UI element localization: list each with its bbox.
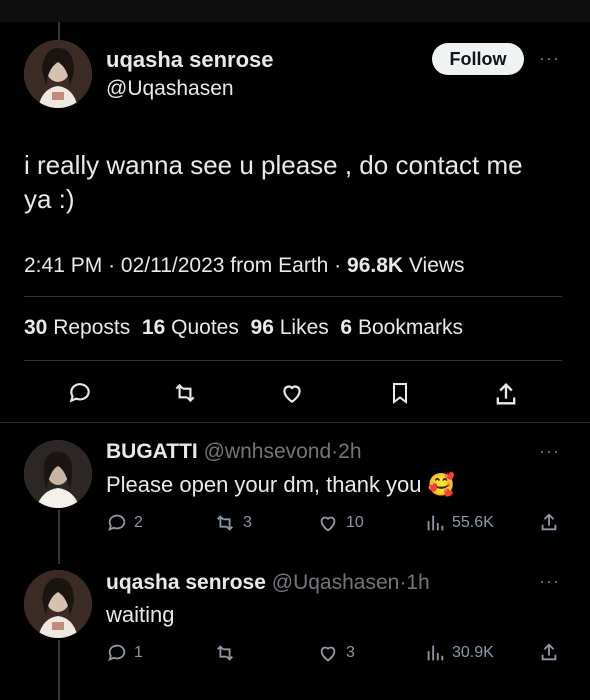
reposts-count: 30 — [24, 316, 48, 339]
divider-2 — [24, 360, 562, 361]
reply-1-text: Please open your dm, thank you 🥰 — [106, 472, 456, 497]
repost-icon[interactable] — [171, 380, 199, 406]
reply-thread-line-1 — [58, 510, 60, 564]
views-icon — [427, 645, 444, 661]
bookmarks-count: 6 — [340, 316, 353, 339]
reply-2-repost-button[interactable] — [213, 642, 243, 664]
thread-line-top — [58, 22, 60, 40]
bookmarks-stat[interactable]: 6 Bookmarks — [340, 316, 463, 339]
reply-2-view-count: 30.9K — [452, 644, 494, 661]
reply-1-handle[interactable]: @wnhsevond — [204, 440, 332, 463]
more-icon[interactable]: ··· — [539, 48, 560, 69]
reply-1-view-count: 55.6K — [452, 514, 494, 531]
like-icon — [320, 646, 336, 662]
views-count: 96.8K — [347, 254, 404, 277]
share-icon — [541, 643, 557, 661]
reply-1-like-button[interactable]: 10 — [316, 512, 364, 534]
meta-sep: · — [108, 254, 116, 277]
follow-button[interactable]: Follow — [432, 43, 524, 75]
reply-2-text: waiting — [106, 602, 175, 627]
engagement-stats: 30 Reposts 16 Quotes 96 Likes 6 Bookmark… — [24, 316, 463, 340]
reply-2-like-count: 3 — [346, 644, 355, 661]
share-icon — [541, 513, 557, 531]
reply-avatar-1-image — [24, 440, 92, 508]
tweet-time[interactable]: 2:41 PM — [24, 254, 102, 277]
reply-2-header: uqasha senrose @Uqashasen·1h — [106, 571, 430, 595]
reply-1-more-icon[interactable]: ··· — [539, 441, 560, 462]
tweet-source: from Earth — [230, 254, 329, 277]
views-icon — [427, 515, 444, 531]
handle[interactable]: @Uqashasen — [106, 77, 234, 101]
reply-avatar-2[interactable] — [24, 570, 92, 638]
tweet-text-line-2: ya :) — [24, 184, 75, 214]
reply-2-views-button[interactable]: 30.9K — [424, 642, 494, 664]
repost-icon — [217, 645, 233, 661]
likes-label: Likes — [279, 316, 329, 339]
reply-1-views-button[interactable]: 55.6K — [424, 512, 494, 534]
quotes-stat[interactable]: 16 Quotes — [142, 316, 239, 339]
likes-count: 96 — [250, 316, 274, 339]
reply-1-like-count: 10 — [346, 514, 364, 531]
reply-2-handle[interactable]: @Uqashasen — [272, 571, 400, 594]
meta-sep-2: · — [334, 254, 342, 277]
quotes-count: 16 — [141, 316, 166, 339]
reply-1-repost-count: 3 — [243, 514, 252, 531]
reply-2-reply-button[interactable]: 1 — [106, 642, 143, 664]
share-icon[interactable] — [492, 380, 520, 408]
likes-stat[interactable]: 96 Likes — [251, 316, 329, 339]
reply-1-reply-button[interactable]: 2 — [106, 512, 143, 534]
avatar-image — [24, 40, 92, 108]
tweet-date[interactable]: 02/11/2023 — [121, 254, 225, 277]
top-bar — [0, 0, 590, 22]
reply-1-display-name[interactable]: BUGATTI — [106, 440, 198, 463]
reply-avatar-1[interactable] — [24, 440, 92, 508]
divider-3 — [0, 422, 590, 423]
reply-icon — [108, 644, 126, 661]
reply-1-share-button[interactable] — [538, 510, 560, 534]
reply-2-reply-count: 1 — [134, 644, 143, 661]
reply-2-share-button[interactable] — [538, 640, 560, 664]
like-icon — [320, 516, 336, 532]
views-label: Views — [408, 254, 465, 277]
reply-1-header: BUGATTI @wnhsevond·2h — [106, 440, 362, 464]
tweet-meta: 2:41 PM · 02/11/2023 from Earth · 96.8K … — [24, 254, 465, 278]
reply-thread-line-2 — [58, 640, 60, 700]
reply-1-reply-count: 2 — [134, 514, 143, 531]
like-icon[interactable] — [278, 380, 306, 406]
reply-2-like-button[interactable]: 3 — [316, 642, 355, 664]
reply-1-time[interactable]: 2h — [338, 440, 361, 463]
divider-1 — [24, 296, 562, 297]
reply-avatar-2-image — [24, 570, 92, 638]
reply-icon — [108, 514, 126, 531]
reply-icon[interactable] — [67, 380, 93, 406]
reply-2-more-icon[interactable]: ··· — [539, 571, 560, 592]
bookmark-icon[interactable] — [388, 380, 412, 406]
repost-icon — [217, 515, 233, 531]
display-name[interactable]: uqasha senrose — [106, 47, 274, 73]
reply-2-display-name[interactable]: uqasha senrose — [106, 571, 266, 594]
reposts-stat[interactable]: 30 Reposts — [24, 316, 130, 339]
quotes-label: Quotes — [171, 316, 239, 339]
avatar[interactable] — [24, 40, 92, 108]
reply-2-time[interactable]: 1h — [406, 571, 429, 594]
reposts-label: Reposts — [53, 316, 131, 339]
bookmarks-label: Bookmarks — [357, 316, 463, 339]
tweet-text-line-1: i really wanna see u please , do contact… — [24, 150, 523, 180]
reply-1-repost-button[interactable]: 3 — [213, 512, 252, 534]
